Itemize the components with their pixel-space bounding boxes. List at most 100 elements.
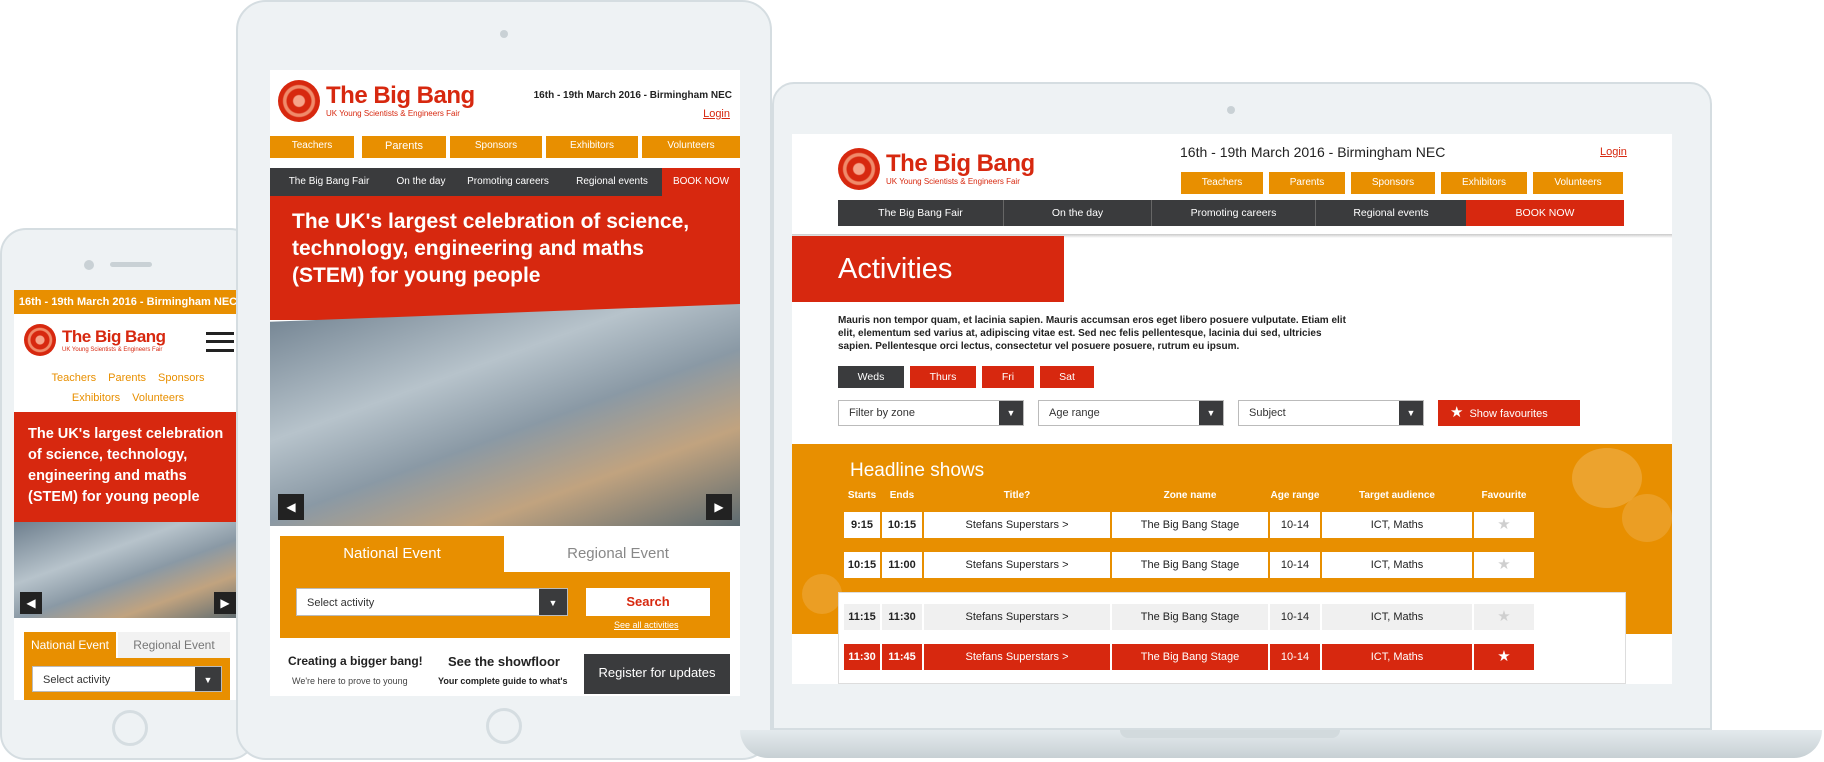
tablet-nav-volunteers[interactable]: Volunteers	[642, 136, 740, 158]
tablet-next-arrow-icon[interactable]: ▶	[706, 494, 732, 520]
laptop-nav-teachers[interactable]: Teachers	[1181, 172, 1263, 194]
start-time: 11:15	[844, 604, 880, 630]
favourite-star-icon[interactable]: ★	[1474, 552, 1534, 578]
target-audience: ICT, Maths	[1322, 512, 1472, 538]
chevron-down-icon: ▼	[195, 667, 221, 691]
laptop-nav-exhibitors[interactable]: Exhibitors	[1441, 172, 1527, 194]
column-header: Starts	[847, 490, 877, 501]
column-header: Favourite	[1481, 490, 1527, 501]
phone-tab-regional[interactable]: Regional Event	[118, 632, 230, 658]
column-header: Ends	[889, 490, 915, 501]
tablet-search-button[interactable]: Search	[586, 588, 710, 616]
phone-nav-exhibitors[interactable]: Exhibitors	[72, 392, 120, 404]
laptop-screen: The Big Bang UK Young Scientists & Engine…	[792, 134, 1672, 684]
tablet-tab-regional[interactable]: Regional Event	[506, 536, 730, 572]
tablet-camera	[500, 30, 508, 38]
favourite-star-icon[interactable]: ★	[1474, 604, 1534, 630]
tablet-activity-select-value: Select activity	[307, 597, 375, 609]
phone-nav: Teachers Parents Sponsors Exhibitors Volunt…	[14, 368, 242, 408]
logo-title: The Big Bang	[886, 150, 1035, 177]
logo-tagline: UK Young Scientists & Engineers Fair	[326, 109, 460, 118]
bubble-decoration	[1622, 494, 1672, 542]
phone-next-arrow-icon[interactable]: ▶	[214, 592, 236, 614]
tablet-nav-teachers[interactable]: Teachers	[270, 136, 354, 158]
laptop-nav-careers[interactable]: Promoting careers	[1152, 200, 1316, 226]
laptop-nav-regional[interactable]: Regional events	[1316, 200, 1466, 226]
laptop-nav-fair[interactable]: The Big Bang Fair	[838, 200, 1004, 226]
tablet-nav-exhibitors[interactable]: Exhibitors	[546, 136, 638, 158]
tablet-logo[interactable]: The Big Bang UK Young Scientists & Engine…	[278, 80, 475, 122]
phone-nav-parents[interactable]: Parents	[108, 372, 146, 384]
tablet-activity-select[interactable]: Select activity ▼	[296, 588, 568, 616]
filter-subject-select[interactable]: Subject ▼	[1238, 400, 1424, 426]
tablet-screen: The Big Bang UK Young Scientists & Engine…	[270, 70, 740, 696]
day-tab-fri[interactable]: Fri	[982, 366, 1034, 388]
zone-name: The Big Bang Stage	[1112, 604, 1268, 630]
phone-tab-national[interactable]: National Event	[24, 632, 116, 658]
tablet-dark-nav: The Big Bang Fair On the day Promoting c…	[270, 168, 740, 196]
phone-nav-volunteers[interactable]: Volunteers	[132, 392, 184, 404]
show-title-link[interactable]: Stefans Superstars >	[924, 644, 1110, 670]
phone-activity-select-value: Select activity	[43, 674, 111, 686]
tablet-nav-parents[interactable]: Parents	[362, 136, 446, 158]
target-audience: ICT, Maths	[1322, 644, 1472, 670]
phone-logo[interactable]: The Big Bang UK Young Scientists & Engine…	[24, 324, 166, 356]
tablet-book-now-button[interactable]: BOOK NOW	[662, 168, 740, 196]
show-title-link[interactable]: Stefans Superstars >	[924, 604, 1110, 630]
laptop-nav-day[interactable]: On the day	[1004, 200, 1152, 226]
tablet-login-link[interactable]: Login	[703, 108, 730, 120]
day-tab-thurs[interactable]: Thurs	[910, 366, 976, 388]
phone-prev-arrow-icon[interactable]: ◀	[20, 592, 42, 614]
show-title-link[interactable]: Stefans Superstars >	[924, 512, 1110, 538]
logo-tagline: UK Young Scientists & Engineers Fair	[886, 177, 1020, 186]
laptop-nav-volunteers[interactable]: Volunteers	[1533, 172, 1623, 194]
end-time: 11:45	[882, 644, 922, 670]
show-favourites-label: Show favourites	[1469, 408, 1548, 420]
favourite-star-icon[interactable]: ★	[1474, 644, 1534, 670]
filter-age-select[interactable]: Age range ▼	[1038, 400, 1224, 426]
chevron-down-icon: ▼	[1199, 401, 1223, 425]
age-range: 10-14	[1270, 552, 1320, 578]
promo-showfloor-title: See the showfloor	[448, 654, 560, 669]
chevron-down-icon: ▼	[539, 589, 567, 615]
phone-activity-select[interactable]: Select activity ▼	[32, 666, 222, 692]
favourite-star-icon[interactable]: ★	[1474, 512, 1534, 538]
tablet-nav-careers[interactable]: Promoting careers	[454, 168, 562, 196]
phone-date-bar: 16th - 19th March 2016 - Birmingham NEC	[14, 290, 242, 314]
laptop-login-link[interactable]: Login	[1600, 146, 1627, 158]
show-favourites-button[interactable]: ★ Show favourites	[1438, 400, 1580, 426]
phone-home-button[interactable]	[112, 710, 148, 746]
zone-name: The Big Bang Stage	[1112, 552, 1268, 578]
tablet-home-button[interactable]	[486, 708, 522, 744]
tablet-device: The Big Bang UK Young Scientists & Engine…	[236, 0, 772, 760]
tablet-nav-fair[interactable]: The Big Bang Fair	[270, 168, 388, 196]
laptop-notch	[1120, 730, 1340, 738]
day-tab-weds[interactable]: Weds	[838, 366, 904, 388]
filter-zone-select[interactable]: Filter by zone ▼	[838, 400, 1024, 426]
tablet-nav-regional[interactable]: Regional events	[562, 168, 662, 196]
laptop-book-now-button[interactable]: BOOK NOW	[1466, 200, 1624, 226]
tablet-see-all-link[interactable]: See all activities	[614, 620, 679, 630]
activities-title: Activities	[792, 236, 1064, 302]
headline-shows-title: Headline shows	[850, 460, 985, 481]
day-tab-sat[interactable]: Sat	[1040, 366, 1094, 388]
target-audience: ICT, Maths	[1322, 552, 1472, 578]
show-title-link[interactable]: Stefans Superstars >	[924, 552, 1110, 578]
laptop-nav-parents[interactable]: Parents	[1269, 172, 1345, 194]
tablet-nav-sponsors[interactable]: Sponsors	[450, 136, 542, 158]
tablet-tab-national[interactable]: National Event	[280, 536, 504, 572]
start-time: 11:30	[844, 644, 880, 670]
laptop-nav-sponsors[interactable]: Sponsors	[1351, 172, 1435, 194]
phone-nav-teachers[interactable]: Teachers	[51, 372, 96, 384]
hamburger-menu-icon[interactable]	[206, 332, 234, 352]
activities-intro: Mauris non tempor quam, et lacinia sapie…	[838, 315, 1346, 352]
tablet-prev-arrow-icon[interactable]: ◀	[278, 494, 304, 520]
register-updates-button[interactable]: Register for updates	[584, 654, 730, 694]
age-range: 10-14	[1270, 512, 1320, 538]
logo-mark-icon	[278, 80, 320, 122]
phone-hero-text: The UK's largest celebration of science,…	[14, 412, 242, 522]
tablet-nav-day[interactable]: On the day	[388, 168, 454, 196]
laptop-logo[interactable]: The Big Bang UK Young Scientists & Engine…	[838, 148, 1035, 190]
start-time: 10:15	[844, 552, 880, 578]
phone-nav-sponsors[interactable]: Sponsors	[158, 372, 204, 384]
